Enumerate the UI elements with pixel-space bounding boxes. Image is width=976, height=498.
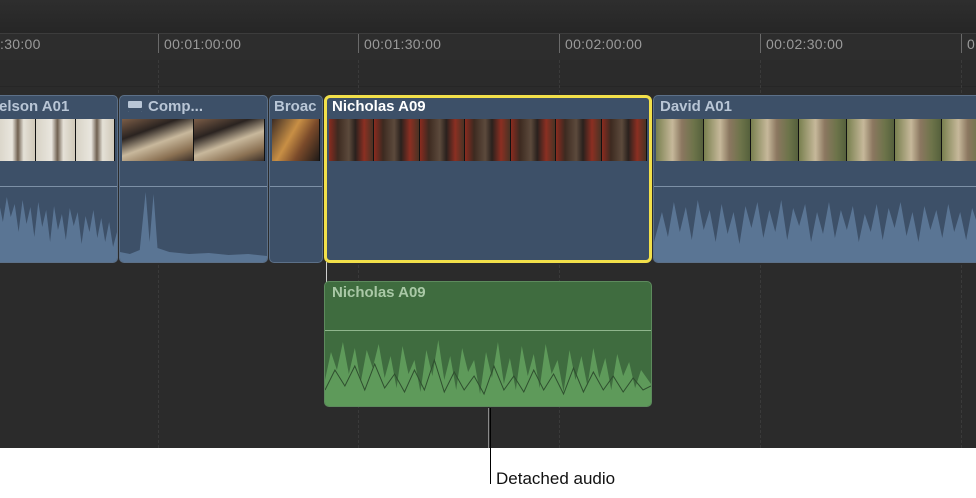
ruler-label-3: 00:02:00:00: [565, 36, 643, 52]
ruler-label-1: 00:01:00:00: [164, 36, 242, 52]
callout-label: Detached audio: [496, 469, 616, 488]
callout-line: [490, 408, 491, 484]
clip-title: Broac: [274, 98, 317, 115]
clip-title: elson A01: [0, 98, 70, 115]
video-clip-nicholas-selected[interactable]: Nicholas A09: [324, 95, 652, 263]
compound-clip-icon: [128, 101, 142, 112]
audio-waveform: [654, 200, 976, 262]
detached-audio-clip[interactable]: Nicholas A09: [324, 281, 652, 407]
audio-clip-title: Nicholas A09: [332, 284, 426, 301]
clip-title: Nicholas A09: [332, 98, 426, 115]
audio-connection-line: [326, 262, 327, 282]
audio-waveform: [325, 340, 651, 406]
ruler-tick: [358, 34, 359, 53]
callout-line-shadow: [488, 408, 489, 448]
clip-title: Comp...: [128, 98, 203, 115]
ruler-tick: [760, 34, 761, 53]
video-clip-david[interactable]: David A01: [653, 95, 976, 263]
ruler-label-4: 00:02:30:00: [766, 36, 844, 52]
ruler-tick: [158, 34, 159, 53]
clip-filmstrip: [656, 119, 976, 161]
ruler-tick: [559, 34, 560, 53]
ruler-label-5: 0: [967, 36, 976, 52]
video-clip-broadcast[interactable]: Broac: [269, 95, 323, 263]
clip-filmstrip: [122, 119, 265, 161]
clip-filmstrip: [329, 119, 647, 161]
ruler-label-0: :30:00: [0, 36, 41, 52]
audio-waveform: [0, 197, 117, 262]
ruler-tick: [961, 34, 962, 53]
ruler-subdivision: [0, 60, 976, 87]
video-clip-comp[interactable]: Comp...: [119, 95, 268, 263]
ruler-label-2: 00:01:30:00: [364, 36, 442, 52]
audio-waveform: [120, 192, 267, 262]
video-clip-nelson[interactable]: elson A01: [0, 95, 118, 263]
clip-filmstrip: [0, 119, 115, 161]
clip-filmstrip: [272, 119, 320, 161]
timeline[interactable]: :30:00 00:01:00:00 00:01:30:00 00:02:00:…: [0, 0, 976, 448]
timecode-ruler[interactable]: :30:00 00:01:00:00 00:01:30:00 00:02:00:…: [0, 34, 976, 60]
clip-title: David A01: [660, 98, 732, 115]
timeline-toolbar: [0, 0, 976, 34]
